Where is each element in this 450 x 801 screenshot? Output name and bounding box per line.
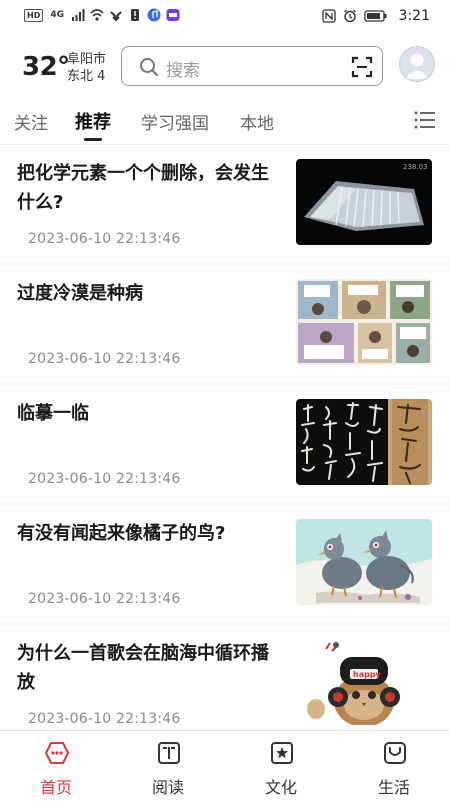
thumb-overlay-text: 238.03: [403, 163, 428, 171]
news-time: 2023-06-10 22:13:46: [28, 591, 181, 607]
tab-follow[interactable]: 关注: [14, 109, 48, 134]
nfc-icon: [321, 9, 336, 23]
tab-recommend[interactable]: 推荐: [75, 108, 111, 134]
weather-temperature[interactable]: 32°: [22, 52, 70, 82]
user-avatar-icon: [405, 53, 429, 79]
music-app-icon: [147, 8, 161, 22]
news-card[interactable]: 临摹一临 2023-06-10 22:13:46: [0, 385, 450, 503]
scan-icon[interactable]: [351, 56, 373, 78]
news-title[interactable]: 把化学元素一个个删除，会发生什么?: [17, 159, 279, 217]
crystal-photo-image: 238.03: [296, 159, 432, 245]
news-card[interactable]: 把化学元素一个个删除，会发生什么? 2023-06-10 22:13:46 23…: [0, 145, 450, 263]
nav-life[interactable]: 生活: [354, 731, 434, 801]
news-card[interactable]: 有没有闻起来像橘子的鸟? 2023-06-10 22:13:46: [0, 505, 450, 623]
bottom-navigation: 首页 阅读 文化 生活: [0, 730, 450, 801]
news-thumbnail[interactable]: [296, 399, 432, 485]
search-icon: [140, 58, 159, 77]
news-title[interactable]: 过度冷漠是种病: [17, 279, 279, 308]
life-icon: [384, 742, 406, 764]
wifi-icon: [90, 9, 104, 21]
avatar[interactable]: [399, 46, 435, 82]
culture-icon: [271, 742, 293, 764]
tab-local[interactable]: 本地: [240, 109, 274, 134]
nav-culture-label: 文化: [264, 778, 297, 797]
news-title[interactable]: 临摹一临: [17, 399, 279, 428]
calligraphy-image: [296, 399, 432, 485]
news-time: 2023-06-10 22:13:46: [28, 471, 181, 487]
signal-icon: [72, 9, 85, 21]
news-thumbnail[interactable]: happy: [296, 639, 432, 725]
news-thumbnail[interactable]: 238.03: [296, 159, 432, 245]
news-time: 2023-06-10 22:13:46: [28, 231, 181, 247]
hd-badge: HD: [24, 8, 44, 22]
search-bar[interactable]: 搜索: [121, 46, 383, 86]
status-right: 3:21: [321, 8, 430, 24]
news-time: 2023-06-10 22:13:46: [28, 351, 181, 367]
weather-wind: 东北 4: [67, 69, 106, 84]
nav-home[interactable]: 首页: [16, 731, 96, 801]
tab-xuexiqiangguo[interactable]: 学习强国: [141, 109, 209, 134]
network-badge: 4G: [50, 9, 64, 20]
news-thumbnail[interactable]: [296, 519, 432, 605]
weather-location[interactable]: 阜阳市 东北 4: [67, 51, 106, 85]
nav-reading[interactable]: 阅读: [128, 731, 208, 801]
news-time: 2023-06-10 22:13:46: [28, 711, 181, 727]
nav-culture[interactable]: 文化: [241, 731, 321, 801]
cat-headphones-image: happy: [296, 639, 432, 725]
vibrate-icon: [110, 11, 122, 22]
nav-life-label: 生活: [377, 778, 410, 797]
channel-menu-icon[interactable]: [414, 110, 436, 130]
battery-warning-icon: [131, 9, 139, 21]
nav-home-label: 首页: [39, 778, 72, 797]
status-left: HD 4G: [24, 8, 180, 22]
nav-reading-label: 阅读: [151, 778, 184, 797]
app-header: 32° 阜阳市 东北 4 搜索: [0, 34, 450, 98]
app-notify-icon: [166, 9, 180, 21]
hat-label: happy: [353, 670, 382, 679]
news-title[interactable]: 有没有闻起来像橘子的鸟?: [17, 519, 279, 548]
news-card[interactable]: 过度冷漠是种病 2023-06-10 22:13:46: [0, 265, 450, 383]
news-thumbnail[interactable]: [296, 279, 432, 365]
search-placeholder: 搜索: [166, 61, 200, 81]
news-feed[interactable]: 把化学元素一个个删除，会发生什么? 2023-06-10 22:13:46 23…: [0, 145, 450, 730]
battery-icon: [363, 10, 387, 22]
book-icon: [158, 742, 180, 764]
comic-panels-image: [296, 279, 432, 365]
channel-tabs: 关注 推荐 学习强国 本地: [0, 98, 450, 145]
active-tab-indicator: [84, 138, 102, 141]
news-card[interactable]: 为什么一首歌会在脑海中循环播放 2023-06-10 22:13:46 happ…: [0, 625, 450, 730]
clock: 3:21: [398, 8, 430, 24]
news-title[interactable]: 为什么一首歌会在脑海中循环播放: [17, 639, 279, 697]
weather-city: 阜阳市: [67, 52, 107, 67]
alarm-icon: [343, 9, 356, 23]
pigeons-illustration-image: [296, 519, 432, 605]
status-bar: HD 4G 3:21: [0, 0, 450, 34]
home-icon: [45, 742, 69, 764]
